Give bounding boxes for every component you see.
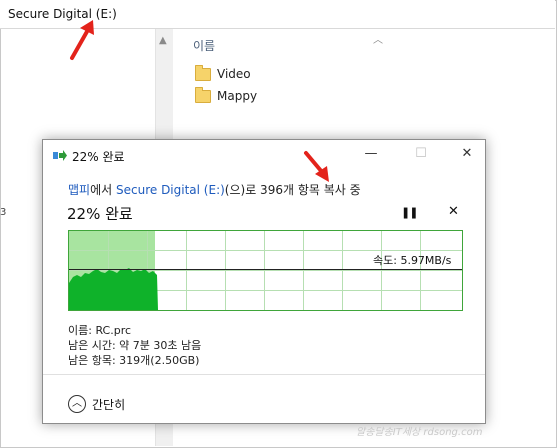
current-file-name: 이름: RC.prc <box>68 324 132 337</box>
speed-label: 속도: 5.97MB/s <box>373 254 452 267</box>
list-item[interactable]: Video <box>195 64 251 81</box>
less-details-button[interactable]: ︿ 간단히 <box>68 395 125 413</box>
red-arrow-annotation <box>304 151 329 182</box>
list-item-label: Mappy <box>217 89 258 103</box>
close-button[interactable]: ✕ <box>455 144 479 164</box>
progress-label: 22% 완료 <box>67 205 133 223</box>
pause-button[interactable]: ❚❚ <box>401 206 418 219</box>
list-item-label: Video <box>217 67 251 81</box>
minimize-button[interactable]: — <box>359 144 383 164</box>
name-column-header[interactable]: 이름 <box>193 37 215 54</box>
less-details-label: 간단히 <box>92 397 126 412</box>
destination-link[interactable]: Secure Digital (E:) <box>116 183 225 197</box>
copy-progress-dialog: 22% 완료 — ☐ ✕ 맵피에서 Secure Digital (E:)(으)… <box>42 139 486 424</box>
address-path: Secure Digital (E:) <box>8 7 117 21</box>
transfer-speed-graph: 속도: 5.97MB/s <box>68 230 463 311</box>
folder-icon <box>195 64 211 81</box>
chevron-up-icon: ︿ <box>68 395 86 413</box>
items-remaining: 남은 항목: 319개(2.50GB) <box>68 354 200 367</box>
folder-icon <box>195 86 211 103</box>
cancel-button[interactable]: ✕ <box>448 204 459 219</box>
source-link[interactable]: 맵피 <box>68 183 90 197</box>
time-remaining: 남은 시간: 약 7분 30초 남음 <box>68 339 202 352</box>
copy-icon <box>53 150 67 161</box>
destination-suffix: (으)로 396개 항목 복사 중 <box>224 183 361 197</box>
dialog-divider <box>43 374 485 375</box>
red-arrow-annotation <box>70 20 94 60</box>
dialog-title-bar[interactable]: 22% 완료 — ☐ ✕ <box>43 140 485 170</box>
maximize-button[interactable]: ☐ <box>409 144 433 164</box>
list-item[interactable]: Mappy <box>195 86 258 103</box>
source-suffix: 에서 <box>90 183 116 197</box>
watermark-text: 알송달송IT세상 rdsong.com <box>356 427 483 438</box>
sort-ascending-icon: ︿ <box>373 35 383 46</box>
dialog-title: 22% 완료 <box>72 150 125 164</box>
left-pane-fragment: 3 <box>0 207 7 218</box>
scroll-up-icon[interactable]: ▲ <box>159 35 167 46</box>
speed-graph-canvas <box>69 231 462 310</box>
